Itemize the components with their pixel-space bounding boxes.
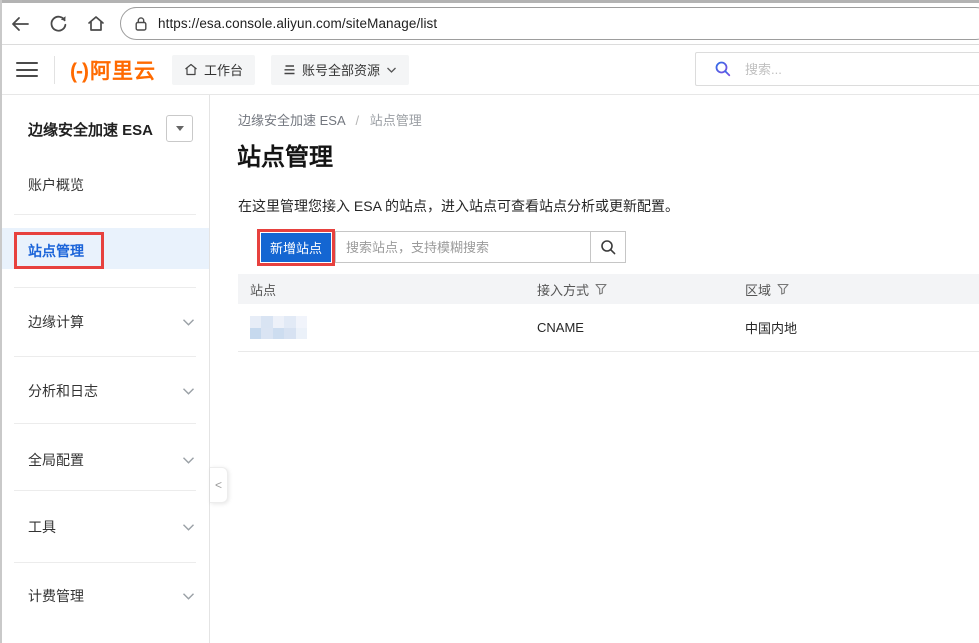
lock-icon <box>134 16 148 32</box>
site-cell <box>250 304 307 351</box>
breadcrumb-current: 站点管理 <box>370 113 422 128</box>
sidebar-divider <box>14 214 196 215</box>
header-divider <box>54 56 55 84</box>
menu-button[interactable] <box>16 62 38 77</box>
chevron-down-icon <box>182 387 195 396</box>
workbench-label: 工作台 <box>204 60 243 79</box>
chevron-down-icon <box>386 66 397 74</box>
sidebar-item-edge-compute[interactable]: 边缘计算 <box>28 312 195 332</box>
column-header-site: 站点 <box>250 274 276 304</box>
breadcrumb-parent[interactable]: 边缘安全加速 ESA <box>238 113 345 128</box>
sidebar-item-site-management[interactable]: 站点管理 <box>0 228 209 269</box>
browser-toolbar: https://esa.console.aliyun.com/siteManag… <box>0 3 979 45</box>
sidebar-item-label: 全局配置 <box>28 450 84 470</box>
aliyun-logo-mark: (-) <box>70 60 88 84</box>
filter-funnel-icon[interactable] <box>777 283 789 295</box>
window-top-edge <box>0 0 979 3</box>
breadcrumb: 边缘安全加速 ESA / 站点管理 <box>238 110 422 129</box>
sidebar-item-label: 边缘计算 <box>28 312 84 332</box>
refresh-icon <box>49 14 68 33</box>
sidebar-divider <box>14 562 196 563</box>
sidebar-item-label: 计费管理 <box>28 586 84 606</box>
chevron-down-icon <box>182 523 195 532</box>
home-button[interactable] <box>85 13 107 35</box>
address-bar[interactable]: https://esa.console.aliyun.com/siteManag… <box>120 7 979 40</box>
sidebar-collapse-button[interactable]: < <box>210 467 228 503</box>
sidebar-item-tools[interactable]: 工具 <box>28 517 195 537</box>
table-header: 站点 接入方式 区域 <box>238 274 979 304</box>
sidebar-item-global-config[interactable]: 全局配置 <box>28 450 195 470</box>
console-header: (-) 阿里云 工作台 账号全部资源 <box>0 45 979 95</box>
column-label: 站点 <box>250 280 276 299</box>
browser-window: https://esa.console.aliyun.com/siteManag… <box>0 0 979 643</box>
sidebar-item-account-overview[interactable]: 账户概览 <box>28 175 84 195</box>
global-search-box[interactable] <box>695 52 979 86</box>
home-icon <box>86 14 106 33</box>
main-content: 边缘安全加速 ESA / 站点管理 站点管理 在这里管理您接入 ESA 的站点，… <box>210 95 979 643</box>
sidebar-divider <box>14 356 196 357</box>
sidebar: 边缘安全加速 ESA 账户概览 站点管理 边缘计算 分析和日志 全局配置 工具 <box>0 95 210 643</box>
back-arrow-icon <box>10 15 30 33</box>
table-row: CNAME 中国内地 <box>238 304 979 352</box>
refresh-button[interactable] <box>47 13 69 35</box>
resources-icon <box>283 64 296 76</box>
page-title: 站点管理 <box>237 143 333 173</box>
search-icon <box>600 239 617 256</box>
breadcrumb-separator: / <box>356 113 360 128</box>
access-type-cell: CNAME <box>537 304 584 351</box>
sidebar-item-label: 分析和日志 <box>28 381 98 401</box>
region-cell: 中国内地 <box>745 304 797 351</box>
caret-down-icon <box>176 126 184 131</box>
sidebar-divider <box>14 287 196 288</box>
product-title: 边缘安全加速 ESA <box>28 119 153 140</box>
sidebar-item-label: 站点管理 <box>28 241 84 261</box>
search-icon <box>714 60 732 78</box>
sidebar-item-label: 工具 <box>28 517 56 537</box>
redacted-site-value[interactable] <box>250 316 307 339</box>
aliyun-logo-text: 阿里云 <box>90 55 156 85</box>
chevron-down-icon <box>182 318 195 327</box>
workbench-button[interactable]: 工作台 <box>172 55 255 85</box>
chevron-down-icon <box>182 456 195 465</box>
add-site-button[interactable]: 新增站点 <box>261 233 331 262</box>
filter-funnel-icon[interactable] <box>595 283 607 295</box>
account-resources-button[interactable]: 账号全部资源 <box>271 55 409 85</box>
column-label: 区域 <box>745 280 771 299</box>
sidebar-divider <box>14 490 196 491</box>
chevron-down-icon <box>182 592 195 601</box>
account-resources-label: 账号全部资源 <box>302 60 380 79</box>
global-search-input[interactable] <box>743 61 927 78</box>
back-button[interactable] <box>9 13 31 35</box>
collapse-arrow-icon: < <box>215 478 222 492</box>
site-search-input[interactable] <box>335 231 591 263</box>
product-switcher-button[interactable] <box>166 115 193 142</box>
window-left-edge <box>0 0 2 643</box>
sites-table: 站点 接入方式 区域 CNA <box>238 274 979 352</box>
url-text: https://esa.console.aliyun.com/siteManag… <box>158 16 437 31</box>
aliyun-logo[interactable]: (-) 阿里云 <box>70 55 156 85</box>
sidebar-item-billing[interactable]: 计费管理 <box>28 586 195 606</box>
sidebar-divider <box>14 423 196 424</box>
site-search-button[interactable] <box>590 231 626 263</box>
column-header-region: 区域 <box>745 274 789 304</box>
sidebar-item-analytics-logs[interactable]: 分析和日志 <box>28 381 195 401</box>
home-small-icon <box>184 63 198 76</box>
column-label: 接入方式 <box>537 280 589 299</box>
page-description: 在这里管理您接入 ESA 的站点，进入站点可查看站点分析或更新配置。 <box>238 196 679 216</box>
column-header-access-type: 接入方式 <box>537 274 607 304</box>
